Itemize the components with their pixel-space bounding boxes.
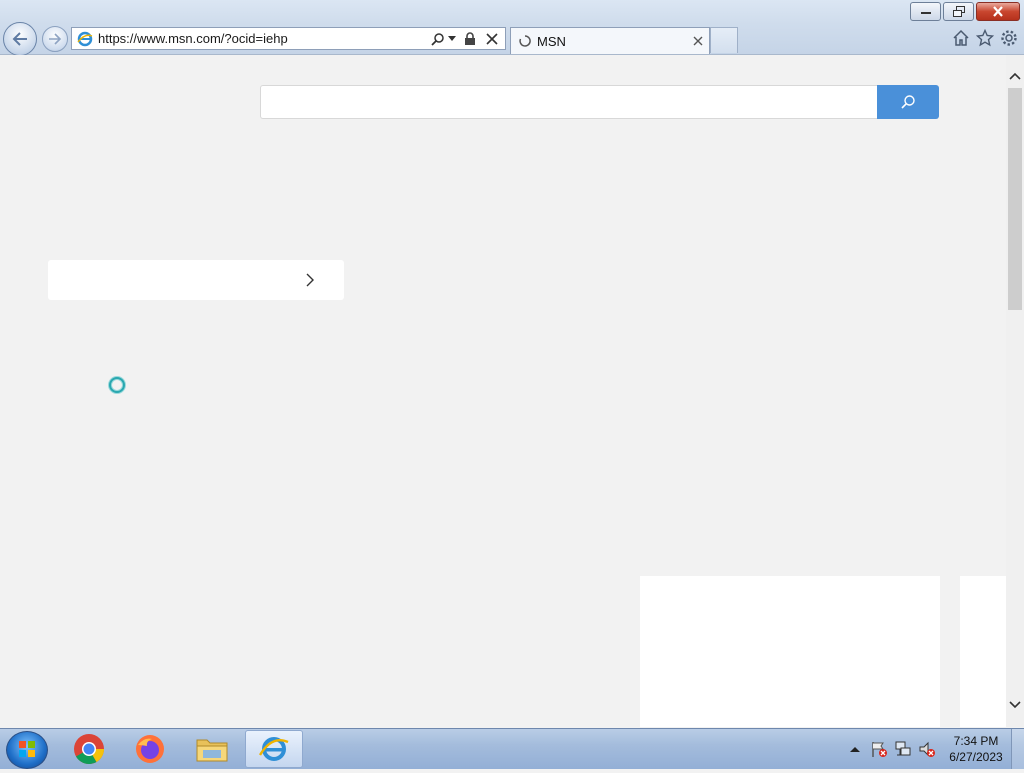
web-search-input[interactable] xyxy=(260,85,877,119)
loading-spinner-icon xyxy=(519,35,531,47)
ie-page-icon xyxy=(76,30,94,48)
search-icon xyxy=(901,95,915,109)
arrow-right-icon xyxy=(49,33,62,45)
page-content xyxy=(0,55,1006,727)
taskbar-chrome[interactable] xyxy=(60,730,118,768)
close-tab-icon[interactable] xyxy=(693,36,703,46)
page-scrollbar[interactable] xyxy=(1006,55,1024,727)
system-tray: 7:34 PM 6/27/2023 xyxy=(845,729,1024,769)
tab-msn[interactable]: MSN xyxy=(510,27,710,54)
scroll-up-button[interactable] xyxy=(1006,67,1024,84)
taskbar-file-explorer[interactable] xyxy=(183,730,241,768)
volume-muted-icon[interactable] xyxy=(917,739,937,759)
chevron-down-icon xyxy=(1009,700,1021,708)
folder-icon xyxy=(196,739,228,762)
tab-title: MSN xyxy=(537,33,566,49)
internet-explorer-icon xyxy=(258,737,289,761)
chrome-icon xyxy=(74,734,104,765)
start-button[interactable] xyxy=(6,731,48,769)
clock-date: 6/27/2023 xyxy=(949,750,1003,764)
settings-gear-icon[interactable] xyxy=(1000,29,1018,47)
firefox-icon xyxy=(136,735,164,763)
back-button[interactable] xyxy=(3,22,37,56)
restore-button[interactable] xyxy=(943,2,974,21)
content-panel xyxy=(960,576,1006,727)
close-icon xyxy=(993,6,1003,17)
windows-logo-icon xyxy=(19,741,35,757)
scroll-down-button[interactable] xyxy=(1006,696,1024,713)
network-icon[interactable] xyxy=(893,739,913,759)
scrollbar-thumb[interactable] xyxy=(1008,88,1022,310)
restore-icon xyxy=(952,6,965,17)
browser-chrome: https://www.msn.com/?ocid=iehp MSN xyxy=(0,0,1024,56)
content-card-link[interactable] xyxy=(48,260,344,300)
forward-button[interactable] xyxy=(42,26,68,52)
window-controls xyxy=(910,2,1020,21)
show-desktop-button[interactable] xyxy=(1011,729,1024,769)
taskbar-internet-explorer[interactable] xyxy=(245,730,303,768)
content-panel xyxy=(640,576,940,727)
search-icon[interactable] xyxy=(429,30,447,48)
favorites-icon[interactable] xyxy=(976,29,994,47)
taskbar: 7:34 PM 6/27/2023 xyxy=(0,728,1024,769)
new-tab-button[interactable] xyxy=(710,27,738,53)
dropdown-arrow-icon[interactable] xyxy=(447,30,457,48)
chevron-right-icon xyxy=(306,273,314,287)
chevron-up-icon xyxy=(1009,72,1021,80)
show-hidden-icons-icon[interactable] xyxy=(845,739,865,759)
lock-icon[interactable] xyxy=(461,30,479,48)
web-search-bar xyxy=(260,85,939,119)
minimize-button[interactable] xyxy=(910,2,941,21)
address-url[interactable]: https://www.msn.com/?ocid=iehp xyxy=(98,31,425,46)
minimize-icon xyxy=(920,11,931,14)
arrow-left-icon xyxy=(12,32,27,46)
system-clock[interactable]: 7:34 PM 6/27/2023 xyxy=(941,733,1011,765)
taskbar-firefox[interactable] xyxy=(121,730,179,768)
action-center-flag-icon[interactable] xyxy=(869,739,889,759)
browser-tools xyxy=(952,27,1018,49)
close-window-button[interactable] xyxy=(976,2,1020,21)
stop-icon[interactable] xyxy=(483,30,501,48)
home-icon[interactable] xyxy=(952,29,970,47)
address-bar[interactable]: https://www.msn.com/?ocid=iehp xyxy=(71,27,506,50)
clock-time: 7:34 PM xyxy=(953,734,999,748)
loading-spinner-icon xyxy=(108,376,126,394)
web-search-button[interactable] xyxy=(877,85,939,119)
